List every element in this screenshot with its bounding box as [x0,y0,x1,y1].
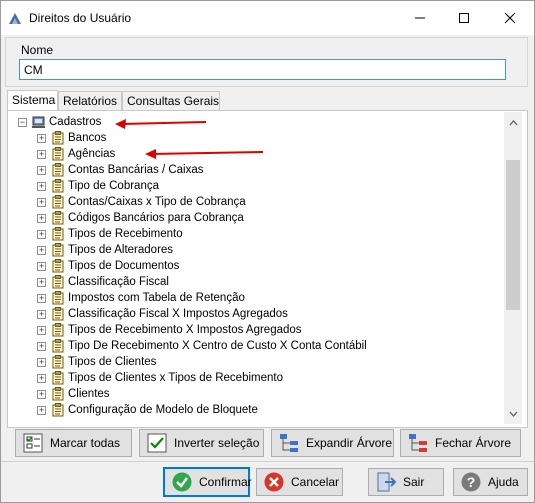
dialog-window: Direitos do Usuário Nome Sistema Relatór… [0,0,535,503]
collapse-tree-button[interactable]: Fechar Árvore [400,429,521,457]
collapse-tree-label: Fechar Árvore [435,436,512,450]
exit-button[interactable]: Sair [368,468,444,496]
exit-door-icon [377,472,397,492]
checkbox-icon [147,433,167,453]
footer-separator [1,461,534,462]
svg-text:?: ? [467,474,476,490]
help-question-icon: ? [461,472,481,492]
expand-tree-icon [280,434,298,452]
confirm-button[interactable]: Confirmar [163,467,252,497]
confirm-label: Confirmar [199,475,252,489]
expand-tree-label: Expandir Árvore [306,436,393,450]
red-arrow-agencias [145,149,264,159]
invert-selection-button[interactable]: Inverter seleção [139,429,264,457]
annotation-overlay [115,119,264,159]
cancel-label: Cancelar [291,475,340,489]
mark-all-label: Marcar todas [50,436,121,450]
cancel-button[interactable]: Cancelar [256,468,343,496]
invert-selection-label: Inverter seleção [174,436,260,450]
help-label: Ajuda [488,475,519,489]
check-circle-icon [172,472,192,492]
expand-tree-button[interactable]: Expandir Árvore [271,429,394,457]
mark-all-button[interactable]: Marcar todas [15,429,132,457]
red-arrow-cadastros [115,119,207,129]
checklist-icon [23,433,43,453]
help-button[interactable]: ? Ajuda [453,468,528,496]
cancel-circle-icon [264,472,284,492]
exit-label: Sair [403,475,425,489]
collapse-tree-icon [409,434,427,452]
